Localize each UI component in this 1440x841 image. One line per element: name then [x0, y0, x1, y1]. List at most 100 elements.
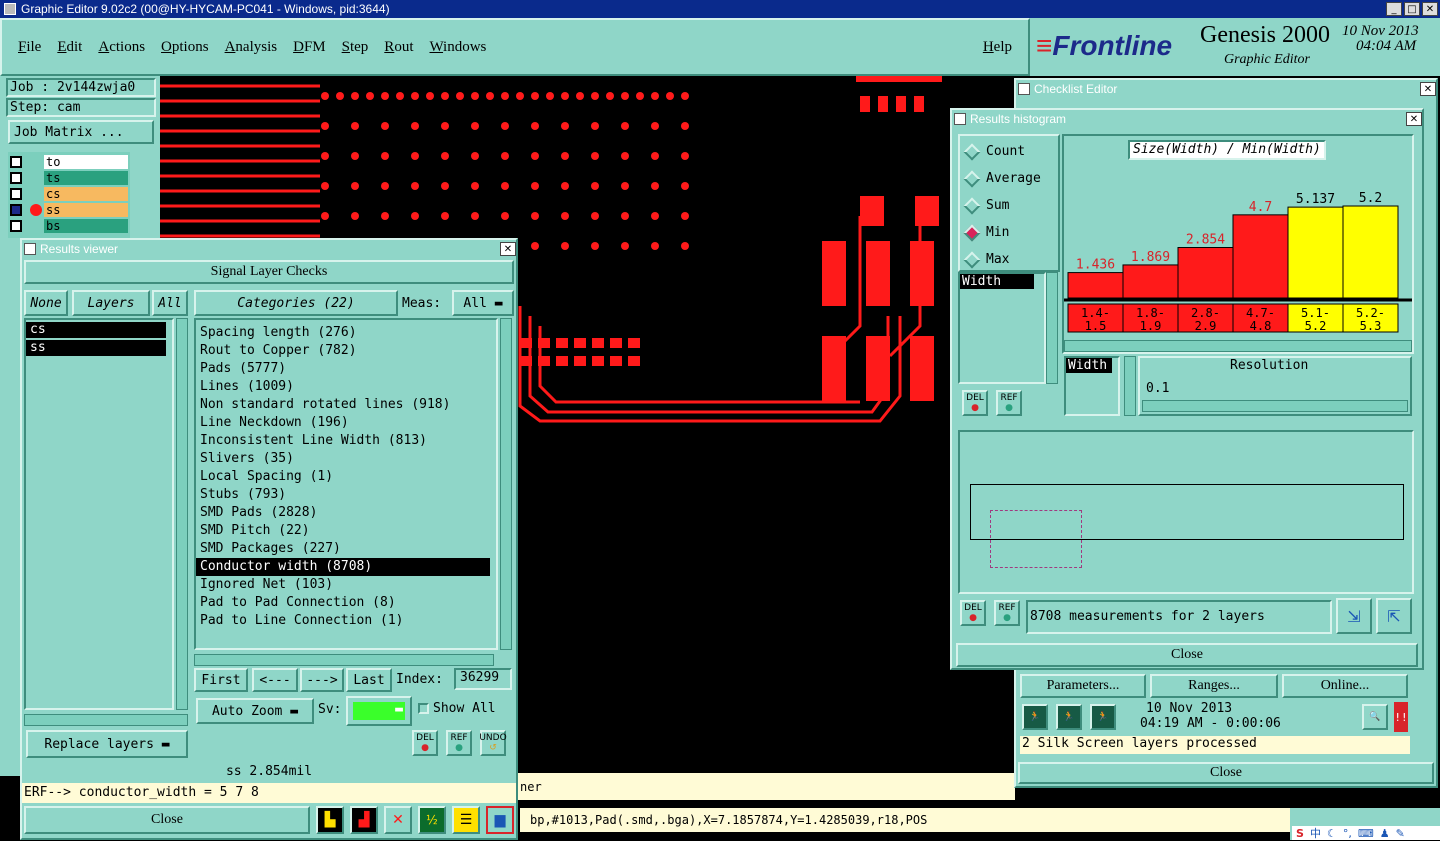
- menu-windows[interactable]: Windows: [429, 39, 486, 56]
- layer-row-cs[interactable]: cs: [10, 186, 128, 201]
- resolution-field-scrollbar[interactable]: [1124, 356, 1136, 416]
- layer-row-ss[interactable]: ss: [10, 202, 128, 217]
- category-item[interactable]: Conductor width (8708): [196, 558, 490, 576]
- menu-help[interactable]: Help: [983, 39, 1012, 56]
- resolution-slider[interactable]: [1142, 400, 1408, 412]
- field-list[interactable]: Width: [958, 272, 1046, 384]
- menu-rout[interactable]: Rout: [384, 39, 413, 56]
- result-layer-item[interactable]: ss: [26, 340, 166, 356]
- category-item[interactable]: Ignored Net (103): [196, 576, 490, 594]
- field-list-scrollbar[interactable]: [1046, 272, 1058, 384]
- radio-icon[interactable]: [963, 224, 981, 241]
- user-icon[interactable]: ♟: [1380, 827, 1390, 840]
- meas-dropdown[interactable]: All ▬: [452, 290, 514, 316]
- toolbar-icon-5[interactable]: ☰: [452, 806, 480, 834]
- categories-hscroll[interactable]: [194, 654, 494, 666]
- menu-options[interactable]: Options: [161, 39, 209, 56]
- mode-max[interactable]: Max: [960, 246, 1058, 273]
- categories-scrollbar[interactable]: [500, 318, 512, 650]
- category-item[interactable]: SMD Pads (2828): [196, 504, 490, 522]
- maximize-button[interactable]: □: [1404, 2, 1420, 16]
- resolution-field-list[interactable]: Width: [1064, 356, 1120, 416]
- category-item[interactable]: Rout to Copper (782): [196, 342, 490, 360]
- categories-list[interactable]: Spacing length (276) Rout to Copper (782)…: [194, 318, 498, 650]
- mode-average[interactable]: Average: [960, 165, 1058, 192]
- layer-checkbox[interactable]: [10, 155, 22, 168]
- layer-results-list[interactable]: cs ss: [24, 318, 174, 710]
- toolbar-icon-3[interactable]: ✕: [384, 806, 412, 834]
- toolbar-icon-1[interactable]: ▙: [316, 806, 344, 834]
- run-icon-3[interactable]: 🏃: [1090, 704, 1116, 730]
- histogram-chart[interactable]: 1.436 1.4-1.5 1.869 1.8-1.9 2.854 2.8-2.9 4.7 4…: [1062, 160, 1414, 340]
- category-item[interactable]: Non standard rotated lines (918): [196, 396, 490, 414]
- menu-file[interactable]: File: [18, 39, 41, 56]
- moon-icon[interactable]: ☾: [1327, 827, 1337, 840]
- rv-ref-button[interactable]: REF ●: [446, 730, 472, 756]
- menu-analysis[interactable]: Analysis: [225, 39, 278, 56]
- category-item[interactable]: Line Neckdown (196): [196, 414, 490, 432]
- prev-button[interactable]: <---: [252, 668, 298, 692]
- export-icon-1[interactable]: ⇲: [1336, 598, 1372, 634]
- replace-layers-dropdown[interactable]: Replace layers ▬: [26, 730, 188, 758]
- alert-icon[interactable]: !!: [1394, 702, 1408, 732]
- category-item[interactable]: Pad to Line Connection (1): [196, 612, 490, 630]
- punct-icon[interactable]: °,: [1343, 827, 1352, 840]
- layer-checkbox[interactable]: [10, 203, 22, 216]
- mode-min[interactable]: Min: [960, 219, 1058, 246]
- layer-list-scrollbar[interactable]: [176, 318, 188, 710]
- layer-checkbox[interactable]: [10, 171, 22, 184]
- layer-row-to[interactable]: to: [10, 154, 128, 169]
- wrench-icon[interactable]: ✎: [1396, 827, 1405, 840]
- histogram-toolbar-icon[interactable]: ▆: [486, 806, 514, 834]
- layer-checkbox[interactable]: [10, 219, 22, 232]
- layer-row-ts[interactable]: ts: [10, 170, 128, 185]
- minimize-button[interactable]: _: [1386, 2, 1402, 16]
- histogram-close-button[interactable]: Close: [956, 643, 1418, 667]
- histogram-bar[interactable]: [1122, 264, 1179, 299]
- export-icon-2[interactable]: ⇱: [1376, 598, 1412, 634]
- parameters-button[interactable]: Parameters...: [1020, 674, 1146, 698]
- zoom-icon[interactable]: 🔍: [1362, 704, 1388, 730]
- category-item[interactable]: SMD Packages (227): [196, 540, 490, 558]
- result-layer-item[interactable]: cs: [26, 322, 166, 338]
- histogram-bar[interactable]: [1342, 205, 1399, 299]
- category-item[interactable]: Inconsistent Line Width (813): [196, 432, 490, 450]
- category-item[interactable]: Slivers (35): [196, 450, 490, 468]
- run-icon-1[interactable]: 🏃: [1022, 704, 1048, 730]
- menu-dfm[interactable]: DFM: [293, 39, 326, 56]
- all-button[interactable]: All: [152, 290, 188, 316]
- histogram-close-x[interactable]: ✕: [1406, 112, 1422, 126]
- hist-ref-button-top[interactable]: REF ●: [996, 390, 1022, 416]
- histogram-bar[interactable]: [1287, 206, 1344, 299]
- hist-del-button[interactable]: DEL ●: [960, 600, 986, 626]
- histogram-bar[interactable]: [1067, 272, 1124, 299]
- toolbar-icon-2[interactable]: ▟: [350, 806, 378, 834]
- resolution-field[interactable]: Width: [1066, 358, 1112, 373]
- radio-icon[interactable]: [963, 143, 981, 160]
- field-width[interactable]: Width: [960, 274, 1034, 289]
- menu-actions[interactable]: Actions: [98, 39, 145, 56]
- chart-scrollbar[interactable]: [1064, 340, 1412, 352]
- ime-lang[interactable]: 中: [1310, 825, 1321, 841]
- close-button[interactable]: ✕: [1422, 2, 1438, 16]
- show-all-checkbox[interactable]: Show All: [418, 701, 496, 716]
- mode-sum[interactable]: Sum: [960, 192, 1058, 219]
- next-button[interactable]: --->: [300, 668, 344, 692]
- results-viewer-close-x[interactable]: ✕: [500, 242, 516, 256]
- run-icon-2[interactable]: 🏃: [1056, 704, 1082, 730]
- ime-icon[interactable]: S: [1296, 827, 1304, 840]
- input-tray[interactable]: S 中 ☾ °, ⌨ ♟ ✎: [1292, 826, 1440, 840]
- auto-zoom-dropdown[interactable]: Auto Zoom ▬: [196, 698, 314, 724]
- mode-count[interactable]: Count: [960, 138, 1058, 165]
- layer-row-bs[interactable]: bs: [10, 218, 128, 233]
- ranges-button[interactable]: Ranges...: [1150, 674, 1278, 698]
- category-item[interactable]: Stubs (793): [196, 486, 490, 504]
- category-item[interactable]: SMD Pitch (22): [196, 522, 490, 540]
- histogram-bar[interactable]: [1232, 214, 1289, 299]
- rv-undo-button[interactable]: UNDO ↺: [479, 730, 507, 756]
- checklist-close-button[interactable]: ✕: [1420, 82, 1436, 96]
- category-item[interactable]: Pads (5777): [196, 360, 490, 378]
- keyboard-icon[interactable]: ⌨: [1358, 827, 1374, 840]
- job-matrix-button[interactable]: Job Matrix ...: [8, 120, 154, 144]
- category-item[interactable]: Spacing length (276): [196, 324, 490, 342]
